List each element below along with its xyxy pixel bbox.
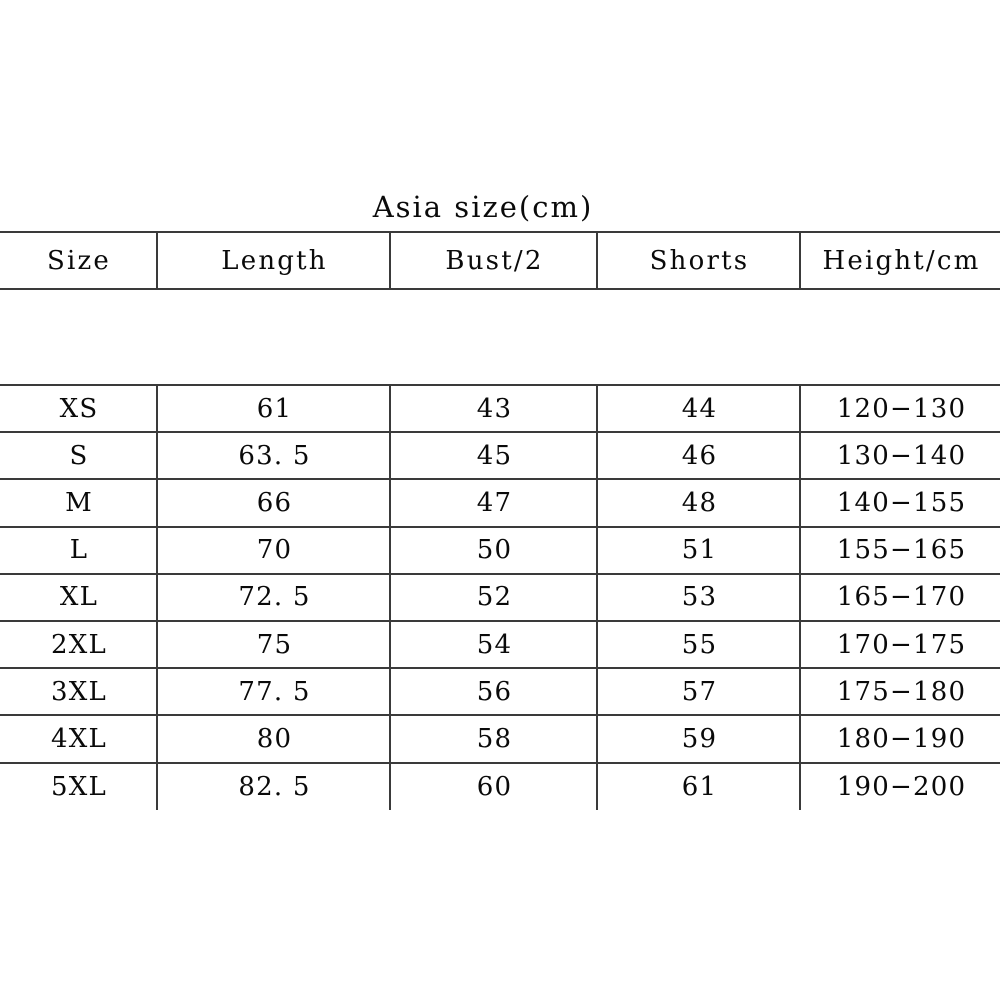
cell-length: 82. 5 xyxy=(157,761,391,810)
cell-shorts: 48 xyxy=(597,478,801,527)
cell-length: 80 xyxy=(157,714,391,763)
spacer-cell xyxy=(390,289,597,385)
spacer-cell xyxy=(800,289,1000,385)
cell-bust: 45 xyxy=(390,431,598,480)
cell-shorts: 57 xyxy=(597,667,801,716)
cell-height: 130−140 xyxy=(800,431,1000,480)
cell-shorts: 59 xyxy=(597,714,801,763)
cell-length: 72. 5 xyxy=(157,572,391,621)
column-header-bust: Bust/2 xyxy=(390,231,598,290)
table-row: 4XL 80 58 59 180−190 xyxy=(0,714,1000,763)
column-header-height: Height/cm xyxy=(800,231,1000,290)
table-row: 3XL 77. 5 56 57 175−180 xyxy=(0,667,1000,716)
cell-length: 77. 5 xyxy=(157,667,391,716)
table-row: 2XL 75 54 55 170−175 xyxy=(0,619,1000,669)
table-row: M 66 47 48 140−155 xyxy=(0,478,1000,527)
cell-size: M xyxy=(0,478,158,527)
cell-height: 170−175 xyxy=(800,619,1000,669)
cell-length: 63. 5 xyxy=(157,431,391,480)
cell-bust: 56 xyxy=(390,667,598,716)
size-chart-table: Size Length Bust/2 Shorts Height/cm XS 6… xyxy=(0,231,1000,810)
table-header-row: Size Length Bust/2 Shorts Height/cm xyxy=(0,231,1000,290)
table-row: S 63. 5 45 46 130−140 xyxy=(0,431,1000,480)
cell-height: 120−130 xyxy=(800,383,1000,433)
cell-height: 180−190 xyxy=(800,714,1000,763)
cell-size: XS xyxy=(0,383,158,433)
cell-bust: 50 xyxy=(390,525,598,574)
cell-shorts: 51 xyxy=(597,525,801,574)
column-header-size: Size xyxy=(0,231,158,290)
cell-height: 190−200 xyxy=(800,761,1000,810)
cell-bust: 47 xyxy=(390,478,598,527)
cell-height: 140−155 xyxy=(800,478,1000,527)
table-row: L 70 50 51 155−165 xyxy=(0,525,1000,574)
cell-size: 4XL xyxy=(0,714,158,763)
spacer-cell xyxy=(0,289,157,385)
cell-bust: 43 xyxy=(390,383,598,433)
column-header-shorts: Shorts xyxy=(597,231,801,290)
cell-shorts: 46 xyxy=(597,431,801,480)
cell-length: 61 xyxy=(157,383,391,433)
cell-size: 5XL xyxy=(0,761,158,810)
cell-size: 3XL xyxy=(0,667,158,716)
cell-shorts: 55 xyxy=(597,619,801,669)
spacer-cell xyxy=(597,289,800,385)
table-row: XL 72. 5 52 53 165−170 xyxy=(0,572,1000,621)
cell-bust: 54 xyxy=(390,619,598,669)
cell-size: 2XL xyxy=(0,619,158,669)
cell-shorts: 61 xyxy=(597,761,801,810)
spacer-cell xyxy=(157,289,390,385)
cell-bust: 60 xyxy=(390,761,598,810)
cell-length: 75 xyxy=(157,619,391,669)
cell-shorts: 53 xyxy=(597,572,801,621)
page-title: Asia size(cm) xyxy=(372,190,594,224)
cell-size: S xyxy=(0,431,158,480)
table-row: 5XL 82. 5 60 61 190−200 xyxy=(0,761,1000,810)
cell-height: 155−165 xyxy=(800,525,1000,574)
cell-length: 70 xyxy=(157,525,391,574)
cell-size: L xyxy=(0,525,158,574)
cell-height: 165−170 xyxy=(800,572,1000,621)
cell-length: 66 xyxy=(157,478,391,527)
column-header-length: Length xyxy=(157,231,391,290)
table-spacer-row xyxy=(0,289,1000,385)
table-row: XS 61 43 44 120−130 xyxy=(0,383,1000,433)
cell-size: XL xyxy=(0,572,158,621)
cell-bust: 52 xyxy=(390,572,598,621)
cell-height: 175−180 xyxy=(800,667,1000,716)
cell-bust: 58 xyxy=(390,714,598,763)
size-chart-page: Asia size(cm) Size Length Bust/2 Shorts … xyxy=(0,0,1000,1000)
cell-shorts: 44 xyxy=(597,383,801,433)
